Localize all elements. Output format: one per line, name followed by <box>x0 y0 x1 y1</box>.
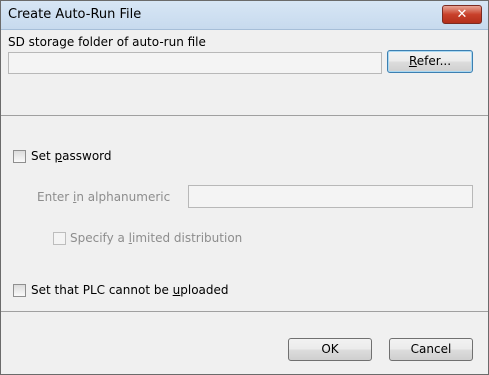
limited-distribution-label: Specify a limited distribution <box>70 231 243 245</box>
password-section: Set password Enter in alphanumeric Speci… <box>1 116 488 311</box>
plc-upload-label[interactable]: Set that PLC cannot be uploaded <box>31 283 229 297</box>
alphanumeric-label: Enter in alphanumeric <box>37 190 171 204</box>
folder-section: SD storage folder of auto-run file Refer… <box>1 30 488 115</box>
ok-button[interactable]: OK <box>288 338 372 361</box>
plc-upload-checkbox[interactable] <box>13 284 26 297</box>
close-icon: ✕ <box>456 7 468 22</box>
close-button[interactable]: ✕ <box>442 5 482 24</box>
set-password-label[interactable]: Set password <box>31 149 112 163</box>
folder-path-field[interactable] <box>8 52 382 74</box>
limited-distribution-checkbox[interactable] <box>53 232 66 245</box>
create-auto-run-dialog: Create Auto-Run File ✕ SD storage folder… <box>0 0 489 375</box>
cancel-button[interactable]: Cancel <box>389 338 473 361</box>
folder-label: SD storage folder of auto-run file <box>8 35 206 49</box>
alphanumeric-field[interactable] <box>188 185 473 208</box>
title-bar[interactable]: Create Auto-Run File ✕ <box>1 1 488 30</box>
refer-button[interactable]: Refer... <box>387 50 473 73</box>
dialog-title: Create Auto-Run File <box>8 7 142 22</box>
refer-access-key: R <box>408 54 417 68</box>
set-password-checkbox[interactable] <box>13 150 26 163</box>
button-bar: OK Cancel <box>1 312 488 374</box>
